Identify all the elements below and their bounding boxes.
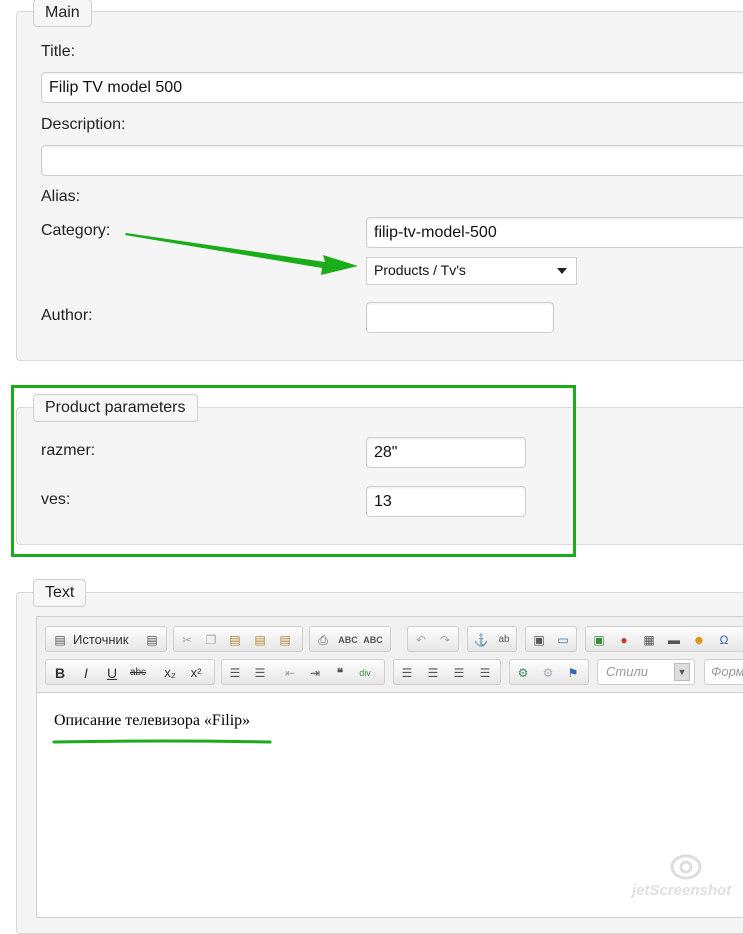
toolbar-group-select: ▣ ▭	[525, 626, 577, 652]
find-icon[interactable]: ⚓	[471, 630, 491, 650]
flash-icon[interactable]: ●	[614, 630, 634, 650]
toolbar-group-find: ⚓ ab	[467, 626, 517, 652]
align-right-icon[interactable]: ☰	[449, 663, 469, 683]
camera-icon	[670, 854, 702, 880]
special-char-icon[interactable]: Ω	[714, 630, 734, 650]
align-center-icon[interactable]: ☰	[423, 663, 443, 683]
align-justify-icon[interactable]: ☰	[475, 663, 495, 683]
description-input[interactable]	[41, 145, 743, 176]
main-legend: Main	[33, 0, 92, 27]
alias-input[interactable]: filip-tv-model-500	[366, 217, 743, 248]
div-icon[interactable]: div	[355, 663, 375, 683]
styles-combo-arrow-icon: ▼	[674, 663, 690, 681]
toolbar-group-source: ▤ Источник ▤	[45, 626, 167, 652]
razmer-input[interactable]: 28"	[366, 437, 526, 468]
image-icon[interactable]: ▣	[589, 630, 609, 650]
blockquote-icon[interactable]: ❝	[330, 663, 350, 683]
source-button[interactable]: Источник	[73, 630, 129, 650]
title-input[interactable]: Filip TV model 500	[41, 72, 743, 103]
category-label: Category:	[41, 222, 111, 239]
format-combo[interactable]: Форм	[704, 659, 743, 685]
anchor-flag-icon[interactable]: ⚑	[563, 663, 583, 683]
toolbar-group-insert: ▣ ● ▦ ▬ ☻ Ω	[585, 626, 743, 652]
ves-label: ves:	[41, 491, 71, 508]
select-all-icon[interactable]: ▣	[529, 630, 549, 650]
bulleted-list-icon[interactable]: ☰	[250, 663, 270, 683]
toolbar-group-basic-styles: B I U abc x₂ x²	[45, 659, 215, 685]
toolbar-group-undo: ↶ ↷	[407, 626, 459, 652]
category-select-value: Products / Tv's	[374, 262, 466, 278]
author-label: Author:	[41, 307, 93, 324]
table-icon[interactable]: ▦	[639, 630, 659, 650]
razmer-label: razmer:	[41, 442, 96, 459]
text-legend: Text	[33, 579, 87, 607]
redo-icon[interactable]: ↷	[435, 630, 455, 650]
styles-combo[interactable]: Стили ▼	[597, 659, 695, 685]
title-label: Title:	[41, 43, 76, 60]
watermark-logo: jetScreenshot	[630, 850, 740, 906]
subscript-button[interactable]: x₂	[160, 663, 180, 683]
toolbar-group-spell: ⎙ ABC ABC	[309, 626, 391, 652]
superscript-button[interactable]: x²	[186, 663, 206, 683]
ves-input[interactable]: 13	[366, 486, 526, 517]
annotation-underline	[52, 739, 272, 744]
italic-button[interactable]: I	[76, 663, 96, 683]
align-left-icon[interactable]: ☰	[397, 663, 417, 683]
toolbar-group-align: ☰ ☰ ☰ ☰	[393, 659, 501, 685]
product-parameters-legend: Product parameters	[33, 394, 198, 422]
category-select[interactable]: Products / Tv's	[366, 257, 577, 285]
chevron-down-icon	[557, 268, 567, 274]
numbered-list-icon[interactable]: ☰	[225, 663, 245, 683]
smiley-icon[interactable]: ☻	[689, 630, 709, 650]
bold-button[interactable]: B	[50, 663, 70, 683]
author-input[interactable]	[366, 302, 554, 333]
toolbar-group-paragraph: ☰ ☰ ⇤ ⇥ ❝ div	[221, 659, 385, 685]
cut-icon[interactable]: ✂	[177, 630, 197, 650]
spellcheck-icon[interactable]: ABC	[338, 630, 358, 650]
toolbar-group-clipboard: ✂ ❐ ▤ ▤ ▤	[173, 626, 303, 652]
strikethrough-button[interactable]: abc	[128, 663, 148, 683]
indent-icon[interactable]: ⇥	[305, 663, 325, 683]
toolbar-group-links: ⚙ ⚙ ⚑	[509, 659, 589, 685]
eraser-icon[interactable]: ▭	[553, 630, 573, 650]
template-icon[interactable]: ▤	[142, 630, 162, 650]
annotation-arrow	[125, 233, 358, 275]
link-icon[interactable]: ⚙	[513, 663, 533, 683]
document-icon: ▤	[54, 633, 66, 647]
styles-combo-placeholder: Стили	[606, 664, 649, 679]
print-icon[interactable]: ⎙	[313, 630, 333, 650]
paste-text-icon[interactable]: ▤	[250, 630, 270, 650]
paste-icon[interactable]: ▤	[225, 630, 245, 650]
outdent-icon[interactable]: ⇤	[280, 663, 300, 683]
description-label: Description:	[41, 116, 126, 133]
horizontal-line-icon[interactable]: ▬	[664, 630, 684, 650]
watermark-text: jetScreenshot	[632, 882, 732, 899]
copy-icon[interactable]: ❐	[201, 630, 221, 650]
paste-word-icon[interactable]: ▤	[275, 630, 295, 650]
spellcheck-dropdown-icon[interactable]: ABC	[363, 630, 383, 650]
format-combo-placeholder: Форм	[711, 664, 743, 679]
replace-icon[interactable]: ab	[494, 630, 514, 650]
underline-button[interactable]: U	[102, 663, 122, 683]
editor-text: Описание телевизора «Filip»	[54, 712, 251, 729]
alias-label: Alias:	[41, 188, 81, 205]
undo-icon[interactable]: ↶	[411, 630, 431, 650]
unlink-icon[interactable]: ⚙	[538, 663, 558, 683]
